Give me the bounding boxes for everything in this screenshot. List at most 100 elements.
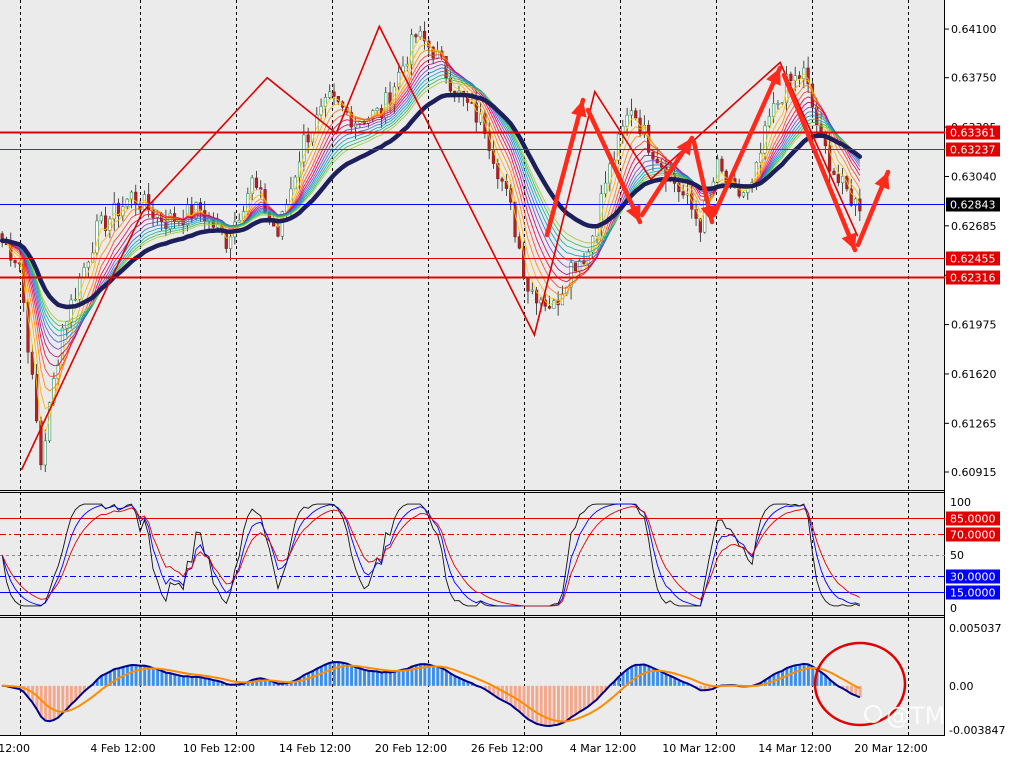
candle-body: [772, 103, 776, 117]
candle-body: [500, 178, 504, 182]
candle-body: [198, 202, 203, 211]
macd-histogram-bar: [535, 685, 539, 724]
time-tick-label: 20 Mar 12:00: [854, 742, 927, 755]
macd-histogram-bar: [354, 667, 358, 686]
macd-histogram-bar: [177, 675, 181, 686]
macd-histogram-bar: [134, 665, 138, 686]
macd-histogram-bar: [367, 670, 371, 686]
stoch-tick-label: 0: [950, 602, 957, 615]
macd-histogram-bar: [384, 671, 388, 686]
candle-body: [517, 236, 521, 249]
time-tick-label: 4 Mar 12:00: [570, 742, 636, 755]
macd-histogram-bar: [350, 665, 354, 686]
time-tick-label: 14 Feb 12:00: [279, 742, 351, 755]
stoch-level-label: 30.0000: [950, 571, 996, 584]
macd-histogram-bar: [432, 665, 435, 686]
macd-histogram-bar: [337, 662, 341, 686]
macd-histogram-bar: [52, 685, 56, 720]
macd-tick-label: 0.005037: [949, 622, 1002, 635]
macd-histogram-bar: [518, 685, 522, 712]
candle-body: [793, 75, 797, 81]
macd-histogram-bar: [65, 685, 69, 710]
macd-histogram-bar: [375, 671, 379, 686]
candle-body: [418, 30, 422, 38]
macd-histogram-bar: [591, 685, 595, 703]
candle-body: [625, 114, 629, 127]
macd-histogram-bar: [531, 685, 535, 722]
price-tick-label: 0.63040: [951, 170, 997, 183]
macd-histogram-bar: [125, 666, 129, 686]
macd-histogram-bar: [561, 685, 565, 723]
candle-body: [224, 231, 228, 249]
time-tick-label: 12:00: [0, 742, 30, 755]
candle-body: [332, 91, 336, 97]
chart-background: [0, 0, 1010, 759]
macd-histogram-bar: [647, 666, 651, 686]
macd-histogram-bar: [328, 662, 332, 686]
candle-body: [13, 259, 17, 264]
candle-body: [254, 177, 259, 188]
macd-histogram-bar: [48, 685, 52, 722]
candle-body: [237, 220, 241, 223]
candle-body: [832, 170, 836, 175]
macd-histogram-bar: [789, 666, 793, 686]
candle-body: [414, 34, 418, 38]
macd-histogram-bar: [57, 685, 60, 718]
macd-histogram-bar: [427, 664, 431, 686]
stoch-tick-label: 50: [950, 549, 964, 562]
candle-body: [82, 267, 86, 279]
macd-histogram-bar: [569, 685, 573, 718]
macd-histogram-bar: [643, 664, 647, 686]
candle-body: [328, 91, 332, 98]
level-tag-label: 0.63237: [950, 144, 996, 157]
time-tick-label: 10 Mar 12:00: [662, 742, 735, 755]
macd-histogram-bar: [630, 666, 634, 686]
candle-body: [629, 110, 634, 116]
macd-histogram-bar: [444, 670, 448, 686]
price-tick-label: 0.62685: [951, 220, 997, 233]
macd-histogram-bar: [811, 666, 815, 686]
macd-histogram-bar: [440, 668, 444, 686]
candle-body: [603, 182, 608, 195]
macd-histogram-bar: [565, 685, 569, 721]
macd-histogram-bar: [182, 676, 185, 686]
level-tag-label: 0.62455: [950, 253, 996, 266]
macd-histogram-bar: [104, 673, 108, 686]
candle-body: [681, 191, 685, 196]
macd-histogram-bar: [130, 664, 134, 686]
stoch-tick-label: 100: [950, 496, 971, 509]
macd-histogram-bar: [69, 685, 73, 705]
macd-histogram-bar: [345, 663, 349, 686]
candle-body: [767, 116, 771, 127]
macd-histogram-bar: [315, 668, 319, 686]
macd-histogram-bar: [656, 669, 660, 686]
macd-histogram-bar: [500, 685, 504, 701]
macd-histogram-bar: [151, 668, 155, 686]
time-tick-label: 20 Feb 12:00: [375, 742, 447, 755]
macd-histogram-bar: [544, 685, 547, 726]
candle-body: [720, 158, 724, 172]
candle-body: [547, 305, 552, 309]
chart-canvas[interactable]: 12:00 4 Feb 12:00 10 Feb 12:00 14 Feb 12:00…: [0, 0, 1010, 759]
macd-histogram-bar: [587, 685, 591, 707]
time-tick-label: 26 Feb 12:00: [471, 742, 543, 755]
macd-histogram-bar: [436, 666, 440, 686]
candle-body: [73, 298, 78, 301]
candle-body: [86, 261, 90, 268]
watermark-text: @TMGM: [886, 702, 985, 730]
level-tag-label: 0.63361: [950, 127, 996, 140]
level-tag-label: 0.62843: [950, 199, 996, 212]
candle-body: [530, 289, 534, 292]
macd-histogram-bar: [169, 673, 172, 686]
macd-histogram-bar: [194, 676, 198, 686]
candle-body: [306, 134, 310, 143]
stoch-level-label: 85.0000: [950, 513, 996, 526]
candle-body: [836, 174, 840, 184]
candle-body: [228, 236, 233, 249]
macd-histogram-bar: [574, 685, 578, 715]
candle-body: [526, 276, 530, 292]
macd-histogram-bar: [388, 672, 392, 686]
candle-body: [703, 200, 707, 233]
candle-body: [634, 110, 638, 119]
candle-body: [375, 108, 379, 111]
